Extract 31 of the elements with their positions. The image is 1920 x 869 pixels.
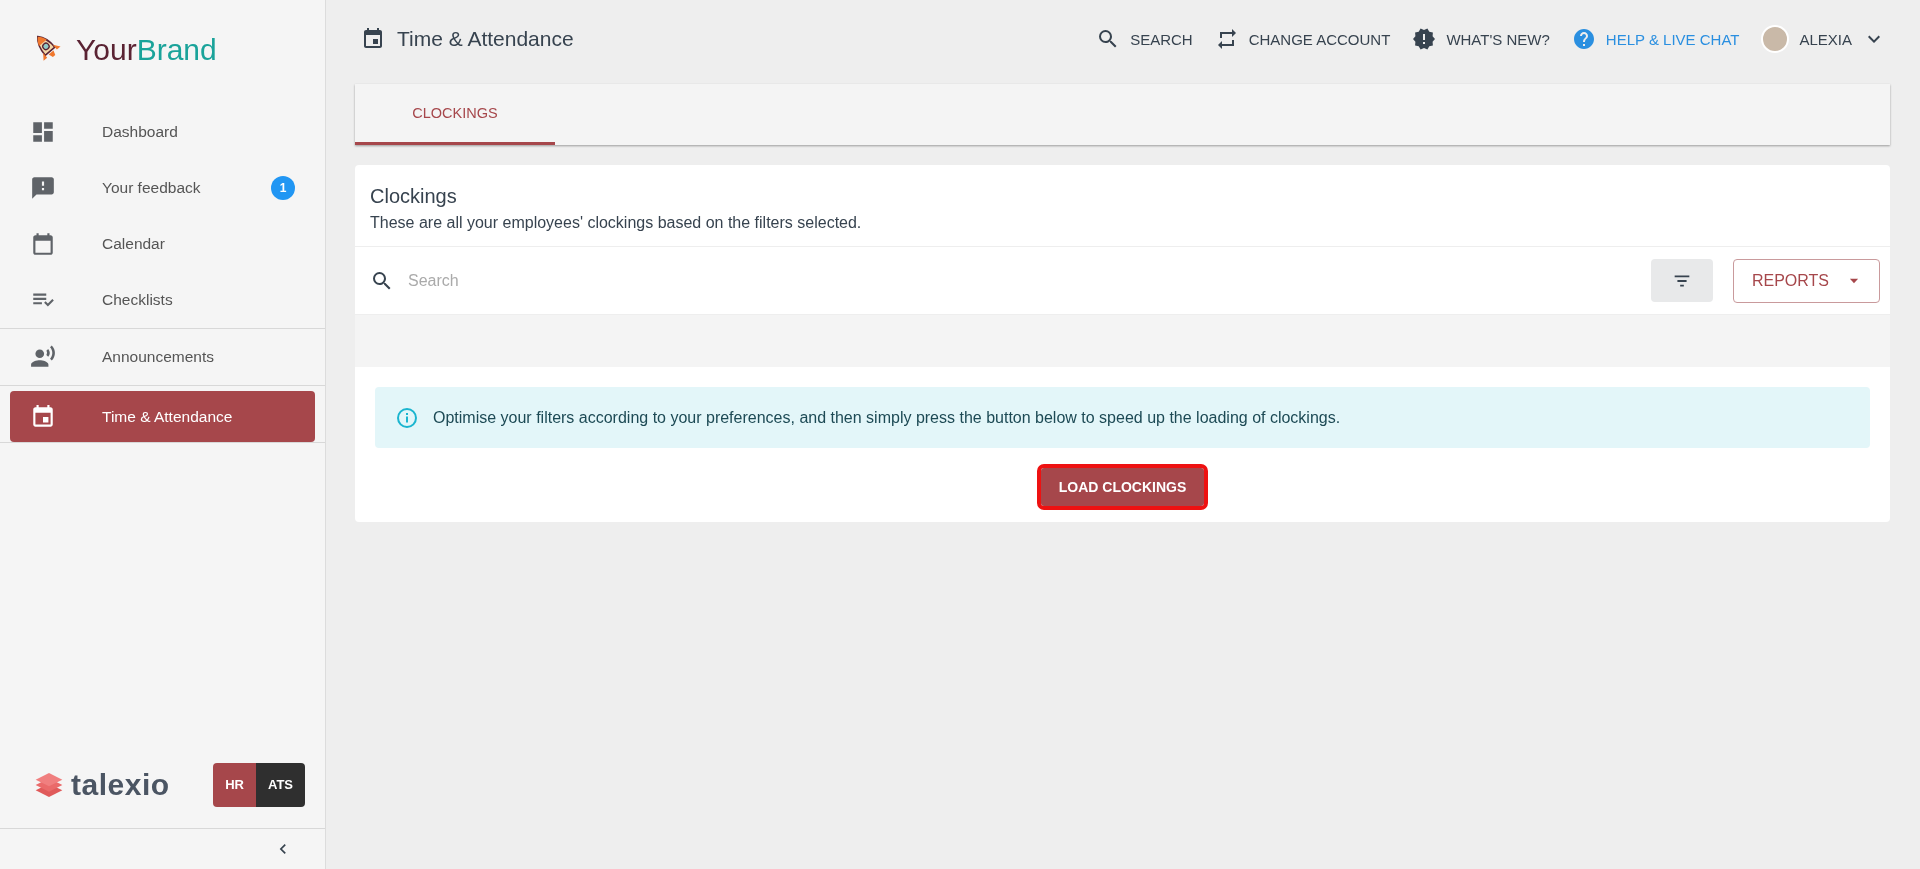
reports-button[interactable]: REPORTS <box>1732 258 1880 303</box>
page-title: Time & Attendance <box>397 27 574 51</box>
nav-item[interactable]: Checklists <box>10 272 315 328</box>
calendar-icon <box>30 403 56 430</box>
info-icon <box>395 405 419 430</box>
nav-item[interactable]: Calendar <box>10 216 315 272</box>
nav-item[interactable]: Your feedback 1 <box>10 160 315 216</box>
help-icon <box>1571 27 1596 51</box>
card-title: Clockings <box>370 185 458 208</box>
user-menu[interactable]: ALEXIA <box>1761 25 1886 53</box>
tab[interactable]: CLOCKINGS <box>355 84 555 145</box>
module-toggle[interactable]: HR <box>213 762 256 807</box>
nav-item[interactable]: Time & Attendance <box>10 391 315 442</box>
info-message: Optimise your filters according to your preferences, and then simply press the button below to speed up the loading of clockings. <box>433 408 1341 427</box>
avatar <box>1761 25 1790 53</box>
brand-name: YourBrand <box>76 33 217 67</box>
announcement-icon <box>30 344 56 370</box>
calendar-icon <box>361 27 385 51</box>
product-logo-text: talexio <box>71 767 170 802</box>
feedback-icon <box>30 175 56 201</box>
switch-button[interactable]: CHANGE ACCOUNT <box>1214 27 1391 51</box>
module-toggle[interactable]: ATS <box>255 762 305 807</box>
search-button[interactable]: SEARCH <box>1096 27 1193 51</box>
dashboard-icon <box>30 119 56 145</box>
nav-item[interactable]: Announcements <box>10 329 315 385</box>
count-badge: 1 <box>271 176 295 200</box>
card-subtitle: These are all your employees' clockings based on the filters selected. <box>370 214 863 232</box>
news-button[interactable]: WHAT'S NEW? <box>1412 27 1550 51</box>
calendar-icon <box>30 231 56 257</box>
alert-badge-icon <box>1412 27 1437 51</box>
nav-item[interactable]: Dashboard <box>10 104 315 160</box>
